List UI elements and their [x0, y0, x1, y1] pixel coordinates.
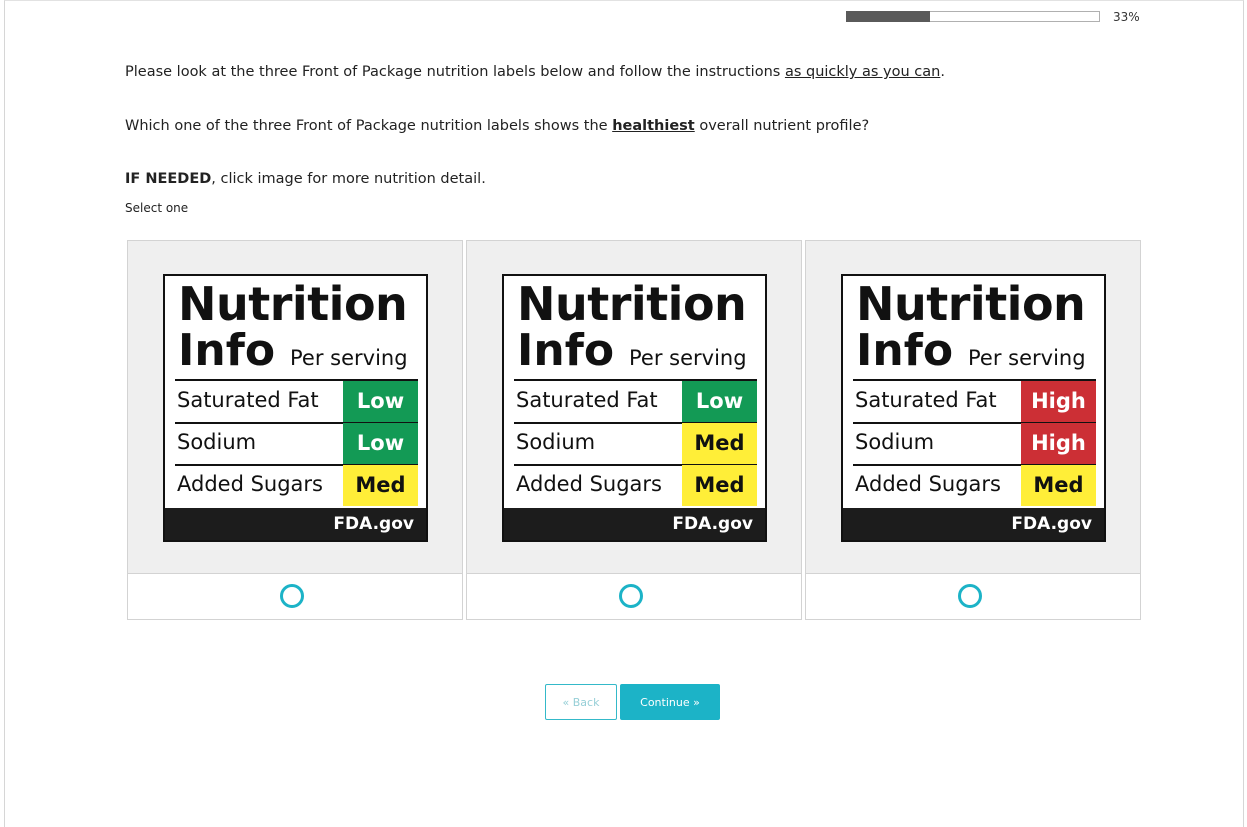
label-row-saturated-fat: Saturated Fat High	[853, 381, 1096, 422]
nutrient-name: Added Sugars	[516, 472, 662, 496]
options-grid: Nutrition Info Per serving Saturated Fat…	[127, 240, 1141, 620]
question-post: overall nutrient profile?	[694, 118, 870, 134]
nutrient-name: Added Sugars	[855, 472, 1001, 496]
nutrient-name: Saturated Fat	[516, 388, 658, 412]
help-emphasis: IF NEEDED	[125, 171, 212, 187]
label-row-saturated-fat: Saturated Fat Low	[175, 381, 418, 422]
question-pre: Which one of the three Front of Package …	[125, 118, 613, 134]
option-3[interactable]: Nutrition Info Per serving Saturated Fat…	[805, 240, 1141, 620]
continue-button[interactable]: Continue »	[620, 684, 720, 720]
option-radio[interactable]	[280, 584, 304, 608]
label-subtitle: Info	[856, 325, 954, 376]
label-row-added-sugars: Added Sugars Med	[514, 465, 757, 506]
help-text: IF NEEDED, click image for more nutritio…	[125, 171, 486, 187]
nutrient-level: Low	[682, 381, 757, 422]
label-row-sodium: Sodium Med	[514, 423, 757, 464]
option-radio[interactable]	[958, 584, 982, 608]
nutrient-name: Sodium	[177, 430, 257, 454]
label-title: Nutrition	[178, 277, 408, 331]
progress-bar	[846, 11, 1100, 23]
label-footer: FDA.gov	[843, 508, 1104, 540]
label-row-sodium: Sodium High	[853, 423, 1096, 464]
nutrition-label-image[interactable]: Nutrition Info Per serving Saturated Fat…	[502, 274, 767, 542]
select-hint: Select one	[125, 201, 189, 215]
nutrient-level: Med	[343, 465, 418, 506]
label-row-added-sugars: Added Sugars Med	[853, 465, 1096, 506]
question-emphasis: healthiest	[612, 118, 695, 134]
nutrient-level: Low	[343, 423, 418, 464]
back-button[interactable]: « Back	[545, 684, 617, 720]
option-radio[interactable]	[619, 584, 643, 608]
option-image-area[interactable]: Nutrition Info Per serving Saturated Fat…	[806, 241, 1140, 574]
option-image-area[interactable]: Nutrition Info Per serving Saturated Fat…	[467, 241, 801, 574]
label-per-serving: Per serving	[629, 346, 747, 370]
nutrient-name: Added Sugars	[177, 472, 323, 496]
label-per-serving: Per serving	[968, 346, 1086, 370]
label-subtitle: Info	[517, 325, 615, 376]
nutrient-level: Low	[343, 381, 418, 422]
instruction-period: .	[940, 64, 945, 80]
instruction-emphasis: as quickly as you can	[784, 64, 941, 80]
progress-fill	[846, 11, 930, 22]
option-image-area[interactable]: Nutrition Info Per serving Saturated Fat…	[128, 241, 462, 574]
nutrient-level: High	[1021, 381, 1096, 422]
label-row-added-sugars: Added Sugars Med	[175, 465, 418, 506]
label-title: Nutrition	[856, 277, 1086, 331]
nutrition-label-image[interactable]: Nutrition Info Per serving Saturated Fat…	[163, 274, 428, 542]
question-text: Which one of the three Front of Package …	[125, 118, 869, 134]
nutrient-level: Med	[1021, 465, 1096, 506]
nutrient-name: Saturated Fat	[855, 388, 997, 412]
help-post: , click image for more nutrition detail.	[211, 171, 486, 187]
label-per-serving: Per serving	[290, 346, 408, 370]
progress-percent: 33%	[1113, 10, 1140, 24]
label-footer: FDA.gov	[165, 508, 426, 540]
nutrient-level: Med	[682, 423, 757, 464]
nutrient-name: Sodium	[855, 430, 935, 454]
label-footer: FDA.gov	[504, 508, 765, 540]
label-row-sodium: Sodium Low	[175, 423, 418, 464]
nutrition-label-image[interactable]: Nutrition Info Per serving Saturated Fat…	[841, 274, 1106, 542]
nutrient-level: Med	[682, 465, 757, 506]
instruction-text: Please look at the three Front of Packag…	[125, 64, 785, 80]
label-title: Nutrition	[517, 277, 747, 331]
option-1[interactable]: Nutrition Info Per serving Saturated Fat…	[127, 240, 463, 620]
nutrient-name: Sodium	[516, 430, 596, 454]
option-2[interactable]: Nutrition Info Per serving Saturated Fat…	[466, 240, 802, 620]
label-row-saturated-fat: Saturated Fat Low	[514, 381, 757, 422]
label-subtitle: Info	[178, 325, 276, 376]
instruction-line: Please look at the three Front of Packag…	[125, 64, 945, 80]
nutrient-name: Saturated Fat	[177, 388, 319, 412]
nutrient-level: High	[1021, 423, 1096, 464]
